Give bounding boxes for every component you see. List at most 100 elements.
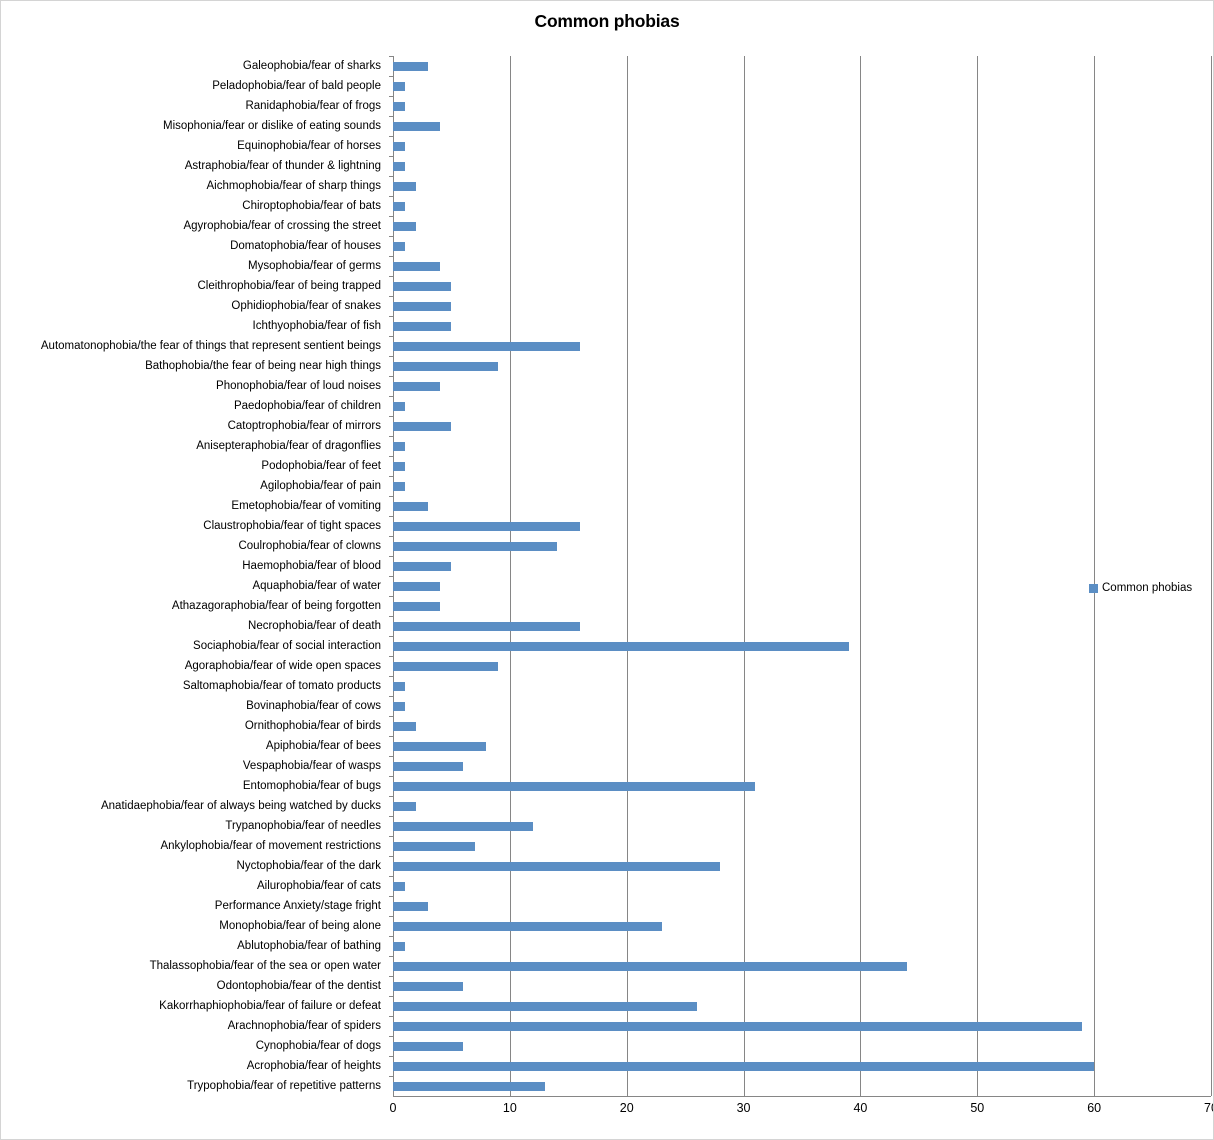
bar[interactable] xyxy=(393,701,405,711)
bar-row[interactable] xyxy=(389,116,1211,136)
bar-row[interactable] xyxy=(389,776,1211,796)
bar[interactable] xyxy=(393,421,452,431)
bar[interactable] xyxy=(393,521,580,531)
bar-row[interactable] xyxy=(389,996,1211,1016)
bar[interactable] xyxy=(393,941,405,951)
bar-row[interactable] xyxy=(389,656,1211,676)
bar[interactable] xyxy=(393,861,721,871)
bar-row[interactable] xyxy=(389,736,1211,756)
bar-row[interactable] xyxy=(389,456,1211,476)
bar[interactable] xyxy=(393,441,405,451)
bar[interactable] xyxy=(393,661,499,671)
bar[interactable] xyxy=(393,241,405,251)
bar-row[interactable] xyxy=(389,516,1211,536)
bar-row[interactable] xyxy=(389,356,1211,376)
bar[interactable] xyxy=(393,101,405,111)
bar-row[interactable] xyxy=(389,296,1211,316)
bar[interactable] xyxy=(393,621,580,631)
bar-row[interactable] xyxy=(389,876,1211,896)
bar[interactable] xyxy=(393,901,429,911)
bar[interactable] xyxy=(393,141,405,151)
bar-row[interactable] xyxy=(389,856,1211,876)
bar-row[interactable] xyxy=(389,436,1211,456)
bar[interactable] xyxy=(393,341,580,351)
bar-row[interactable] xyxy=(389,536,1211,556)
bar[interactable] xyxy=(393,221,417,231)
bar-row[interactable] xyxy=(389,1016,1211,1036)
bar[interactable] xyxy=(393,981,464,991)
bar[interactable] xyxy=(393,381,440,391)
bar[interactable] xyxy=(393,181,417,191)
bar-row[interactable] xyxy=(389,136,1211,156)
bar[interactable] xyxy=(393,401,405,411)
bar[interactable] xyxy=(393,81,405,91)
bar-row[interactable] xyxy=(389,836,1211,856)
bar-row[interactable] xyxy=(389,896,1211,916)
bar-row[interactable] xyxy=(389,636,1211,656)
bar-row[interactable] xyxy=(389,336,1211,356)
bar-row[interactable] xyxy=(389,556,1211,576)
bar[interactable] xyxy=(393,201,405,211)
bar-row[interactable] xyxy=(389,236,1211,256)
bar-row[interactable] xyxy=(389,936,1211,956)
bar-row[interactable] xyxy=(389,596,1211,616)
bar-row[interactable] xyxy=(389,56,1211,76)
bar-row[interactable] xyxy=(389,696,1211,716)
bar[interactable] xyxy=(393,601,440,611)
bar-row[interactable] xyxy=(389,916,1211,936)
bar[interactable] xyxy=(393,261,440,271)
bar[interactable] xyxy=(393,581,440,591)
bar[interactable] xyxy=(393,1001,697,1011)
bar[interactable] xyxy=(393,361,499,371)
bar-row[interactable] xyxy=(389,376,1211,396)
bar-row[interactable] xyxy=(389,396,1211,416)
bar[interactable] xyxy=(393,1061,1095,1071)
bar-row[interactable] xyxy=(389,796,1211,816)
bar-row[interactable] xyxy=(389,616,1211,636)
bar-row[interactable] xyxy=(389,156,1211,176)
bar[interactable] xyxy=(393,741,487,751)
bar-row[interactable] xyxy=(389,256,1211,276)
bar-row[interactable] xyxy=(389,1076,1211,1096)
bar[interactable] xyxy=(393,961,908,971)
bar-row[interactable] xyxy=(389,76,1211,96)
bar[interactable] xyxy=(393,321,452,331)
bar[interactable] xyxy=(393,841,475,851)
bar-row[interactable] xyxy=(389,756,1211,776)
bar[interactable] xyxy=(393,781,756,791)
bar-row[interactable] xyxy=(389,176,1211,196)
bar-row[interactable] xyxy=(389,976,1211,996)
bar[interactable] xyxy=(393,721,417,731)
bar[interactable] xyxy=(393,1081,545,1091)
bar[interactable] xyxy=(393,481,405,491)
bar[interactable] xyxy=(393,881,405,891)
bar[interactable] xyxy=(393,161,405,171)
bar-row[interactable] xyxy=(389,416,1211,436)
bar-row[interactable] xyxy=(389,476,1211,496)
bar[interactable] xyxy=(393,921,662,931)
bar-row[interactable] xyxy=(389,496,1211,516)
bar[interactable] xyxy=(393,301,452,311)
bar[interactable] xyxy=(393,641,849,651)
bar[interactable] xyxy=(393,61,429,71)
bar[interactable] xyxy=(393,681,405,691)
bar[interactable] xyxy=(393,761,464,771)
bar-row[interactable] xyxy=(389,196,1211,216)
bar[interactable] xyxy=(393,501,429,511)
bar-row[interactable] xyxy=(389,316,1211,336)
bar-row[interactable] xyxy=(389,1036,1211,1056)
bar-row[interactable] xyxy=(389,276,1211,296)
bar-row[interactable] xyxy=(389,716,1211,736)
bar-row[interactable] xyxy=(389,676,1211,696)
bar[interactable] xyxy=(393,541,557,551)
bar-row[interactable] xyxy=(389,1056,1211,1076)
bar-row[interactable] xyxy=(389,816,1211,836)
bar-row[interactable] xyxy=(389,96,1211,116)
bar[interactable] xyxy=(393,121,440,131)
bar[interactable] xyxy=(393,281,452,291)
bar[interactable] xyxy=(393,461,405,471)
bar[interactable] xyxy=(393,1021,1083,1031)
bar[interactable] xyxy=(393,821,534,831)
bar[interactable] xyxy=(393,561,452,571)
bar-row[interactable] xyxy=(389,216,1211,236)
